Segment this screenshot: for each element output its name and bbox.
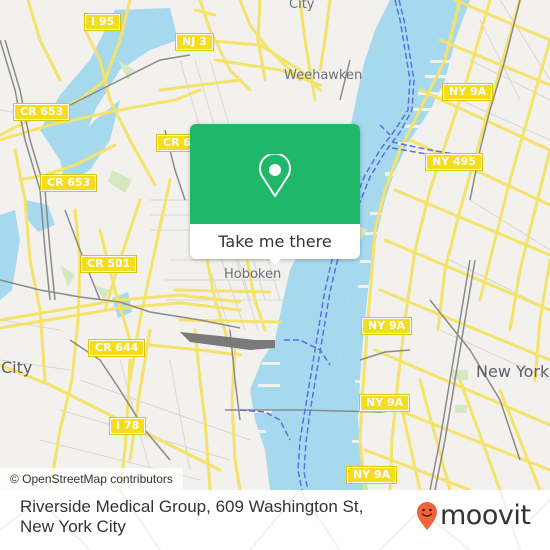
- road-shield-cr653: CR 653: [12, 103, 71, 121]
- road-shield-ny9a: NY 9A: [360, 317, 413, 335]
- road-shield-nj3: NJ 3: [175, 33, 214, 51]
- water-upper-pond: [25, 200, 55, 232]
- road-shield-cr653: CR 653: [39, 174, 98, 192]
- map-attribution[interactable]: © OpenStreetMap contributors: [0, 468, 183, 490]
- popup-pointer: [267, 257, 283, 265]
- place-label-weehawken: Weehawken: [284, 68, 363, 83]
- map-view[interactable]: I 95 NJ 3 CR 653 CR 653 CR 681 CR 501 CR…: [0, 0, 550, 490]
- road-shield-ny495: NY 495: [425, 153, 483, 171]
- moovit-wordmark: moovit: [440, 500, 531, 531]
- moovit-logo[interactable]: moovit: [416, 500, 531, 532]
- take-me-there-button[interactable]: Take me there: [190, 224, 360, 259]
- road-shield-i78: I 78: [108, 417, 147, 435]
- popup-header: [190, 124, 360, 224]
- destination-popup: Take me there: [190, 124, 360, 265]
- road-shield-cr644: CR 644: [87, 339, 146, 357]
- road-shield-i95: I 95: [83, 13, 122, 31]
- place-label-hoboken: Hoboken: [224, 267, 282, 282]
- road-shield-ny9a: NY 9A: [441, 83, 494, 101]
- road-shield-cr501: CR 501: [79, 255, 138, 273]
- moovit-smiley-pin-icon: [417, 502, 437, 530]
- footer: Riverside Medical Group, 609 Washington …: [0, 490, 550, 550]
- destination-address: Riverside Medical Group, 609 Washington …: [20, 497, 364, 536]
- road-shield-ny9a: NY 9A: [358, 394, 411, 412]
- road-shield-ny9a: NY 9A: [345, 466, 398, 484]
- place-label-jersey-city: City: [1, 358, 33, 377]
- place-label-new-york: New York: [476, 362, 550, 381]
- map-pin-icon: [259, 154, 291, 197]
- place-label-union-city: City: [289, 0, 315, 12]
- water-left-lake: [0, 210, 20, 300]
